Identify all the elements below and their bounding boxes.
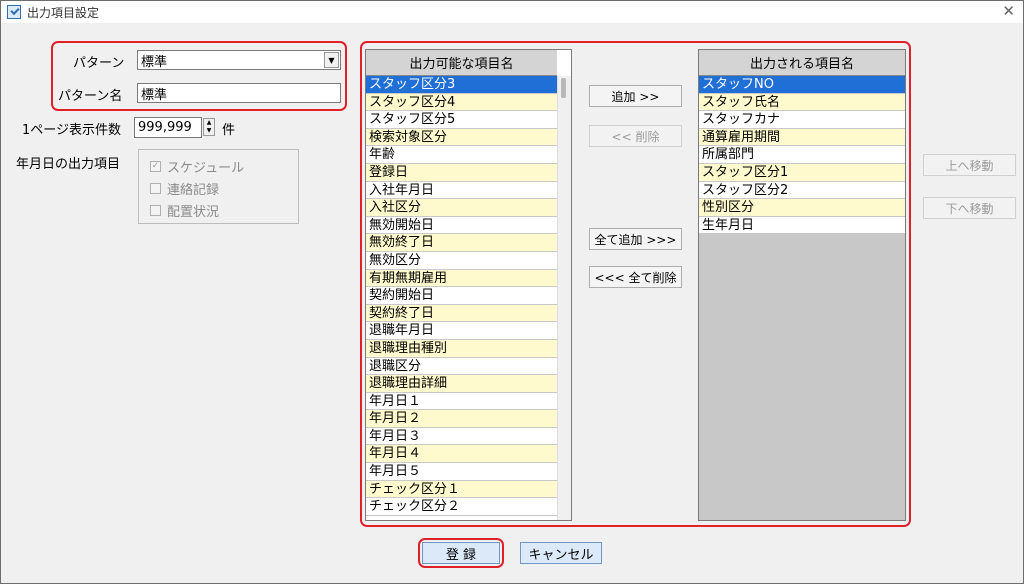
per-page-value: 999,999 [138, 120, 192, 135]
remove-button[interactable]: << 削除 [589, 125, 682, 147]
available-list-item[interactable]: 退職年月日 [366, 322, 557, 340]
available-list-item[interactable]: 退職理由種別 [366, 339, 557, 358]
available-list-item[interactable]: 年月日３ [366, 428, 557, 446]
cancel-button[interactable]: キャンセル [520, 542, 602, 564]
output-list-rows: スタッフNO スタッフ氏名 スタッフカナ 通算雇用期間 所属部門 スタッフ区分1 スタッフ区… [699, 76, 905, 235]
output-list-item[interactable]: 所属部門 [699, 146, 905, 164]
add-all-button[interactable]: 全て追加 >>> [589, 228, 682, 250]
available-list-scrollbar[interactable] [557, 76, 571, 520]
available-list-item[interactable]: スタッフ区分4 [366, 93, 557, 112]
per-page-spinner[interactable]: ▲ ▼ [203, 118, 215, 136]
chevron-down-icon[interactable]: ▼ [324, 52, 339, 68]
placement-status-checkbox-label: 配置状況 [167, 205, 220, 220]
scrollbar-thumb[interactable] [561, 78, 566, 98]
available-list-rows: スタッフ区分3 スタッフ区分4 スタッフ区分5 検索対象区分 年齢 登録日 入社年月日 入社区… [366, 76, 557, 516]
pattern-name-label: パターン名 [58, 89, 123, 104]
output-list-item[interactable]: スタッフ区分2 [699, 182, 905, 200]
window-title: 出力項目設定 [27, 5, 100, 20]
schedule-checkbox-label: スケジュール [167, 161, 245, 176]
available-list-item[interactable]: スタッフ区分5 [366, 111, 557, 129]
available-list-item[interactable]: 年月日１ [366, 393, 557, 411]
available-list-header: 出力可能な項目名 [366, 50, 557, 76]
available-list-item[interactable]: チェック区分２ [366, 498, 557, 516]
placement-status-checkbox[interactable]: 配置状況 [150, 201, 219, 220]
checkmark-icon: ✓ [150, 161, 161, 172]
output-list-item[interactable]: スタッフ区分1 [699, 163, 905, 182]
available-list-item[interactable]: 契約終了日 [366, 304, 557, 323]
remove-all-button[interactable]: <<< 全て削除 [589, 266, 682, 288]
output-list-item[interactable]: スタッフNO [699, 76, 905, 94]
available-list-item[interactable]: 無効終了日 [366, 234, 557, 252]
contact-record-checkbox-label: 連絡記録 [167, 183, 220, 198]
available-list-item[interactable]: 年月日５ [366, 463, 557, 481]
close-icon[interactable]: ✕ [1002, 2, 1015, 20]
available-list-item[interactable]: 登録日 [366, 163, 557, 182]
available-list-item[interactable]: 検索対象区分 [366, 128, 557, 147]
date-output-group: ✓ スケジュール 連絡記録 配置状況 [138, 149, 299, 224]
available-list-item[interactable]: 入社区分 [366, 199, 557, 217]
pattern-select[interactable]: 標準 ▼ [137, 50, 341, 70]
register-button[interactable]: 登 録 [422, 542, 500, 564]
per-page-unit: 件 [222, 123, 236, 138]
output-items-list[interactable]: 出力される項目名 スタッフNO スタッフ氏名 スタッフカナ 通算雇用期間 所属部門 スタッ… [698, 49, 906, 521]
available-list-item[interactable]: 契約開始日 [366, 287, 557, 305]
output-list-item[interactable]: 生年月日 [699, 217, 905, 235]
pattern-name-input[interactable]: 標準 [137, 83, 341, 103]
schedule-checkbox[interactable]: ✓ スケジュール [150, 157, 244, 176]
output-list-header: 出力される項目名 [699, 50, 905, 76]
available-list-item[interactable]: 年齢 [366, 146, 557, 164]
output-settings-dialog: 出力項目設定 ✕ パターン 標準 ▼ パターン名 標準 1ページ表示件数 999… [0, 0, 1024, 584]
available-list-item[interactable]: 入社年月日 [366, 182, 557, 200]
output-list-item[interactable]: スタッフカナ [699, 111, 905, 129]
available-list-item[interactable]: 無効開始日 [366, 217, 557, 235]
output-list-item[interactable]: 通算雇用期間 [699, 128, 905, 147]
pattern-label: パターン [73, 56, 125, 71]
per-page-input[interactable]: 999,999 [134, 117, 202, 138]
available-list-item[interactable]: チェック区分１ [366, 480, 557, 499]
move-down-button[interactable]: 下へ移動 [923, 197, 1016, 219]
contact-record-checkbox[interactable]: 連絡記録 [150, 179, 219, 198]
output-list-item[interactable]: 性別区分 [699, 199, 905, 217]
output-list-item[interactable]: スタッフ氏名 [699, 93, 905, 112]
available-list-item[interactable]: 退職区分 [366, 358, 557, 376]
available-list-item[interactable]: 退職理由詳細 [366, 375, 557, 393]
available-list-item[interactable]: 年月日２ [366, 410, 557, 428]
move-up-button[interactable]: 上へ移動 [923, 154, 1016, 176]
available-list-item[interactable]: 無効区分 [366, 252, 557, 270]
date-output-label: 年月日の出力項目 [16, 157, 121, 172]
available-list-item[interactable]: 年月日４ [366, 445, 557, 464]
pattern-name-value: 標準 [141, 87, 168, 103]
checkbox-box [150, 205, 161, 216]
checkbox-box [150, 183, 161, 194]
available-list-item[interactable]: スタッフ区分3 [366, 76, 557, 94]
pattern-select-value: 標準 [141, 54, 168, 70]
available-list-item[interactable]: 有期無期雇用 [366, 269, 557, 288]
title-bar: 出力項目設定 ✕ [1, 1, 1023, 23]
per-page-label: 1ページ表示件数 [22, 123, 122, 138]
available-items-list[interactable]: 出力可能な項目名 スタッフ区分3 スタッフ区分4 スタッフ区分5 検索対象区分 年齢 登録… [365, 49, 572, 521]
app-icon [7, 5, 21, 19]
add-button[interactable]: 追加 >> [589, 85, 682, 107]
